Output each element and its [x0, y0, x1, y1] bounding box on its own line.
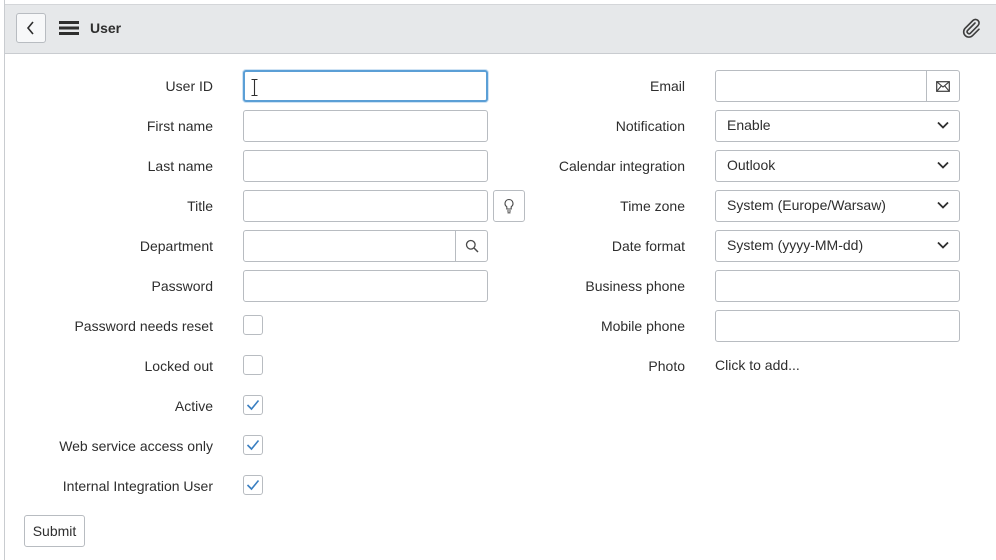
chevron-down-icon [937, 161, 949, 169]
chevron-down-icon [937, 241, 949, 249]
internal-integration-user-label: Internal Integration User [62, 478, 213, 494]
time-zone-value: System (Europe/Warsaw) [727, 197, 886, 213]
mobile-phone-label: Mobile phone [600, 318, 685, 334]
chevron-down-icon [937, 201, 949, 209]
submit-button[interactable]: Submit [24, 515, 85, 547]
mobile-phone-input[interactable] [715, 310, 960, 342]
notification-value: Enable [727, 117, 771, 133]
checkmark-icon [246, 479, 260, 491]
page-title: User [90, 20, 122, 36]
photo-add-link[interactable]: Click to add... [715, 357, 800, 373]
department-label: Department [139, 238, 213, 254]
paperclip-icon[interactable] [960, 17, 982, 39]
calendar-integration-label: Calendar integration [558, 158, 685, 174]
first-name-input[interactable] [243, 110, 488, 142]
locked-out-label: Locked out [144, 358, 214, 374]
frame-border [4, 0, 5, 560]
web-service-access-only-label: Web service access only [59, 438, 213, 454]
time-zone-select[interactable]: System (Europe/Warsaw) [715, 190, 960, 222]
form-header: User [5, 4, 996, 54]
department-input[interactable] [243, 230, 488, 262]
calendar-integration-value: Outlook [727, 157, 776, 173]
text-cursor-icon [251, 79, 258, 96]
time-zone-label: Time zone [620, 198, 685, 214]
department-lookup-button[interactable] [455, 231, 487, 261]
email-input[interactable] [715, 70, 960, 102]
password-label: Password [151, 278, 213, 294]
checkmark-icon [246, 439, 260, 451]
email-label: Email [649, 78, 685, 94]
photo-label: Photo [648, 358, 685, 374]
send-email-button[interactable] [926, 71, 959, 101]
last-name-label: Last name [147, 158, 213, 174]
lightbulb-icon [504, 198, 514, 214]
date-format-value: System (yyyy-MM-dd) [727, 237, 864, 253]
search-icon [465, 239, 479, 253]
business-phone-label: Business phone [585, 278, 685, 294]
active-checkbox[interactable] [243, 395, 263, 415]
locked-out-checkbox[interactable] [243, 355, 263, 375]
back-button[interactable] [16, 13, 46, 43]
user-id-label: User ID [165, 78, 213, 94]
last-name-input[interactable] [243, 150, 488, 182]
suggestion-button[interactable] [493, 190, 525, 222]
hamburger-menu-icon[interactable] [59, 20, 79, 36]
notification-label: Notification [615, 118, 685, 134]
title-label: Title [187, 198, 213, 214]
calendar-integration-select[interactable]: Outlook [715, 150, 960, 182]
web-service-access-only-checkbox[interactable] [243, 435, 263, 455]
notification-select[interactable]: Enable [715, 110, 960, 142]
password-needs-reset-checkbox[interactable] [243, 315, 263, 335]
password-needs-reset-label: Password needs reset [74, 318, 213, 334]
first-name-label: First name [146, 118, 213, 134]
title-input[interactable] [243, 190, 488, 222]
chevron-left-icon [26, 21, 34, 35]
business-phone-input[interactable] [715, 270, 960, 302]
active-label: Active [174, 398, 213, 414]
chevron-down-icon [937, 121, 949, 129]
user-id-input[interactable] [243, 70, 488, 102]
internal-integration-user-checkbox[interactable] [243, 475, 263, 495]
checkmark-icon [246, 399, 260, 411]
date-format-label: Date format [611, 238, 685, 254]
date-format-select[interactable]: System (yyyy-MM-dd) [715, 230, 960, 262]
envelope-icon [936, 80, 950, 92]
password-input[interactable] [243, 270, 488, 302]
